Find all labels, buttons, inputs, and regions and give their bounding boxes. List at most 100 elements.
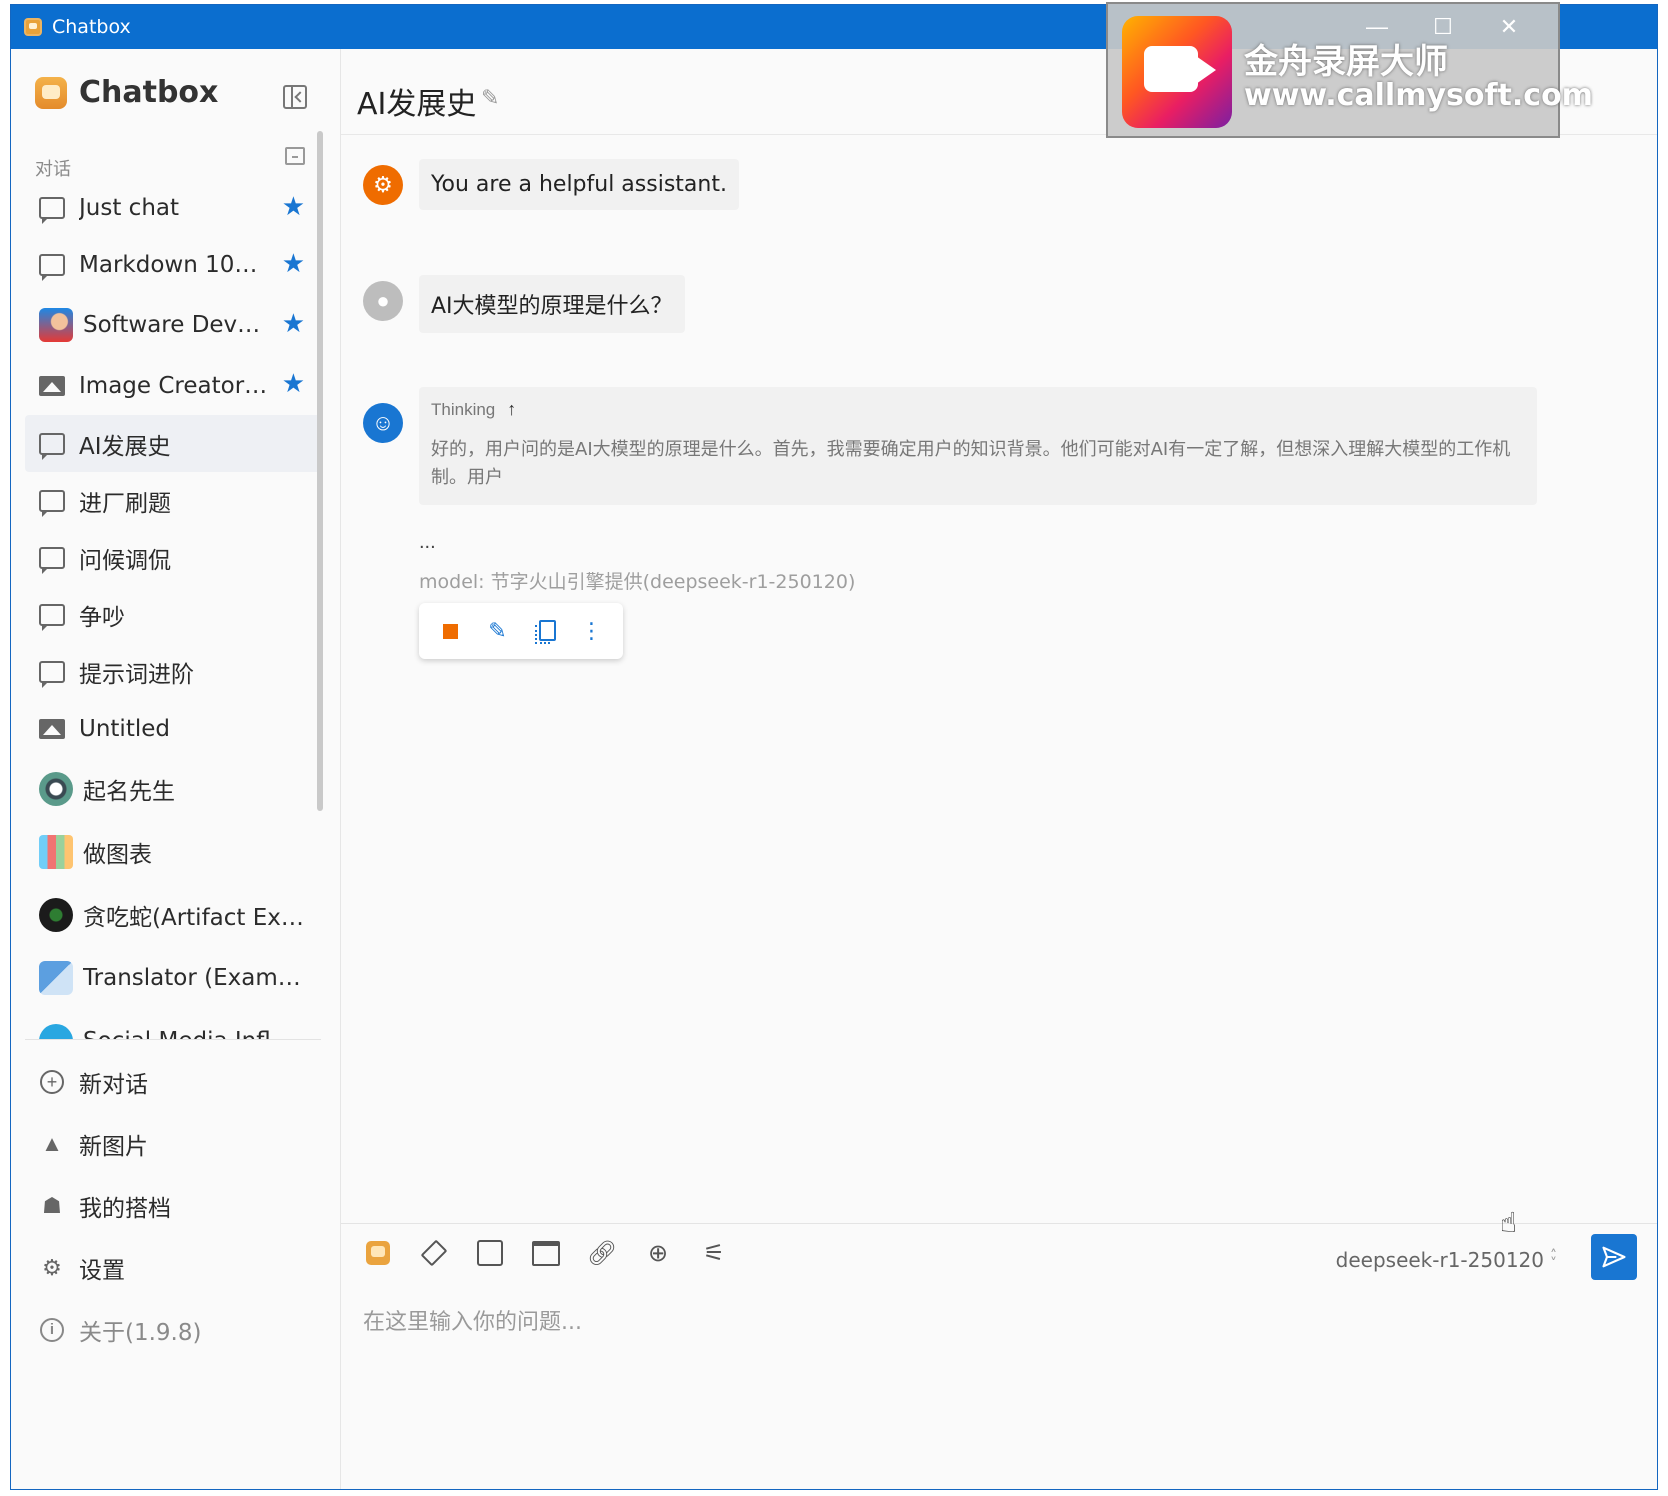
session-label: 进厂刷题 <box>79 490 171 517</box>
session-item[interactable]: 提示词进阶 <box>25 643 321 700</box>
session-label: 贪吃蛇(Artifact Exa... <box>83 904 313 931</box>
session-label: 提示词进阶 <box>79 661 194 688</box>
session-item[interactable]: Translator (Example) <box>25 946 321 1009</box>
session-item[interactable]: Markdown 101 ... ★ <box>25 236 321 293</box>
session-item[interactable]: 进厂刷题 <box>25 472 321 529</box>
maximize-icon[interactable]: ☐ <box>1410 12 1476 42</box>
about-button[interactable]: i 关于(1.9.8) <box>25 1299 321 1361</box>
folder-icon[interactable] <box>531 1238 561 1268</box>
composer-toolbar: 🔗︎ ⊕ ⚟ <box>363 1238 755 1268</box>
add-photo-icon: ▲ <box>41 1131 63 1156</box>
edit-icon[interactable]: ✎ <box>483 616 513 646</box>
star-icon[interactable]: ★ <box>282 309 305 337</box>
stop-icon[interactable] <box>436 616 466 646</box>
session-item[interactable]: 争吵 <box>25 586 321 643</box>
window-title: Chatbox <box>52 16 131 38</box>
info-icon: i <box>39 1317 65 1343</box>
app-icon <box>24 18 42 36</box>
chat-bubble-icon <box>39 253 65 281</box>
new-image-button[interactable]: ▲ 新图片 <box>25 1113 321 1175</box>
thinking-block: Thinking ↑ 好的，用户问的是AI大模型的原理是什么。首先，我需要确定用… <box>419 387 1537 505</box>
send-button[interactable] <box>1591 1234 1637 1280</box>
my-copilots-button[interactable]: ☗ 我的搭档 <box>25 1175 321 1237</box>
image-icon[interactable] <box>475 1238 505 1268</box>
star-icon[interactable]: ★ <box>282 369 305 397</box>
session-item[interactable]: Just chat ★ <box>25 179 321 236</box>
brand: Chatbox <box>35 75 218 110</box>
assistant-content: ... <box>419 531 436 553</box>
globe-icon[interactable]: ⊕ <box>643 1238 673 1268</box>
chatbox-logo-icon <box>35 76 67 109</box>
settings-sliders-icon[interactable]: ⚟ <box>699 1238 729 1268</box>
session-label: Untitled <box>79 715 170 742</box>
thinking-text: 好的，用户问的是AI大模型的原理是什么。首先，我需要确定用户的知识背景。他们可能… <box>431 439 1511 488</box>
link-icon[interactable]: 🔗︎ <box>587 1238 617 1268</box>
chat-bubble-icon <box>39 660 65 688</box>
sidebar-scrollbar[interactable] <box>317 131 323 811</box>
session-item[interactable]: Image Creator ... ★ <box>25 356 321 415</box>
more-vert-icon[interactable]: ⋮ <box>577 616 607 646</box>
session-label: Software Deve... <box>83 311 273 338</box>
session-item[interactable]: Untitled <box>25 700 321 757</box>
session-label: Social Media Infl... <box>83 1028 293 1040</box>
about-label: 关于(1.9.8) <box>79 1320 202 1346</box>
composer: 🔗︎ ⊕ ⚟ deepseek-r1-250120 ˄ ˅ <box>341 1223 1657 1489</box>
section-label: 对话 <box>35 159 71 179</box>
mouse-cursor-icon: ☝ <box>1500 1207 1518 1238</box>
session-item[interactable]: Social Media Infl... <box>25 1009 321 1039</box>
session-item[interactable]: 起名先生 <box>25 757 321 820</box>
model-info: model: 节字火山引擎提供(deepseek-r1-250120) <box>419 571 856 593</box>
brand-name: Chatbox <box>79 75 219 110</box>
copilot-select-button[interactable] <box>363 1238 393 1268</box>
system-gear-icon: ⚙ <box>363 165 403 205</box>
chat-bubble-icon <box>39 196 65 224</box>
recorder-logo-icon <box>1122 16 1232 128</box>
app-window: Chatbox Chatbox 对话 Just chat ★ Markdown … <box>10 4 1658 1490</box>
session-item[interactable]: 贪吃蛇(Artifact Exa... <box>25 883 321 946</box>
session-label: 做图表 <box>83 841 152 868</box>
copy-icon[interactable] <box>530 616 560 646</box>
chart-avatar-icon <box>39 834 73 869</box>
session-item[interactable]: 问候调侃 <box>25 529 321 586</box>
thinking-toggle[interactable]: Thinking ↑ <box>431 399 1525 420</box>
translator-avatar-icon <box>39 960 73 995</box>
developer-avatar-icon <box>39 307 73 342</box>
session-item[interactable]: 做图表 <box>25 820 321 883</box>
session-item-active[interactable]: AI发展史 <box>25 415 321 472</box>
thinking-label: Thinking <box>431 399 496 419</box>
unfold-icon: ˄ ˅ <box>1550 1248 1557 1272</box>
arrow-up-icon: ↑ <box>507 399 517 419</box>
star-icon[interactable]: ★ <box>282 249 305 277</box>
new-chat-button[interactable]: + 新对话 <box>25 1051 321 1113</box>
robot-icon: ☗ <box>42 1193 62 1218</box>
sidebar: Chatbox 对话 Just chat ★ Markdown 101 ... … <box>11 49 341 1489</box>
bot-avatar-icon: ☺ <box>363 403 403 443</box>
archive-icon[interactable] <box>285 147 305 165</box>
collapse-sidebar-icon[interactable] <box>283 85 307 109</box>
session-label: AI发展史 <box>79 433 171 460</box>
chat-bubble-icon <box>39 546 65 574</box>
chatbox-logo-icon <box>366 1241 390 1265</box>
chat-bubble-icon <box>39 489 65 517</box>
settings-button[interactable]: ⚙ 设置 <box>25 1237 321 1299</box>
eraser-icon[interactable] <box>419 1238 449 1268</box>
star-icon[interactable]: ★ <box>282 192 305 220</box>
session-item[interactable]: Software Deve... ★ <box>25 293 321 356</box>
session-label: Image Creator ... <box>79 372 269 399</box>
session-label: Just chat <box>79 194 180 221</box>
divider <box>25 1039 321 1040</box>
model-name: deepseek-r1-250120 <box>1335 1248 1544 1272</box>
minimize-icon[interactable]: — <box>1344 12 1410 42</box>
chat-title: AI发展史 <box>357 87 477 122</box>
message-input[interactable] <box>363 1302 1583 1342</box>
system-message-text: You are a helpful assistant. <box>419 159 739 210</box>
gear-icon: ⚙ <box>42 1255 62 1280</box>
recorder-watermark: 金舟录屏大师 www.callmysoft.com — ☐ ✕ <box>1106 2 1593 138</box>
naming-avatar-icon <box>39 771 73 806</box>
message-action-bar: ✎ ⋮ <box>419 603 623 659</box>
window-controls: — ☐ ✕ <box>1344 12 1542 42</box>
model-selector[interactable]: deepseek-r1-250120 ˄ ˅ <box>1336 1248 1557 1272</box>
new-chat-label: 新对话 <box>79 1072 148 1098</box>
close-icon[interactable]: ✕ <box>1476 12 1542 42</box>
edit-title-icon[interactable]: ✎ <box>481 87 503 109</box>
